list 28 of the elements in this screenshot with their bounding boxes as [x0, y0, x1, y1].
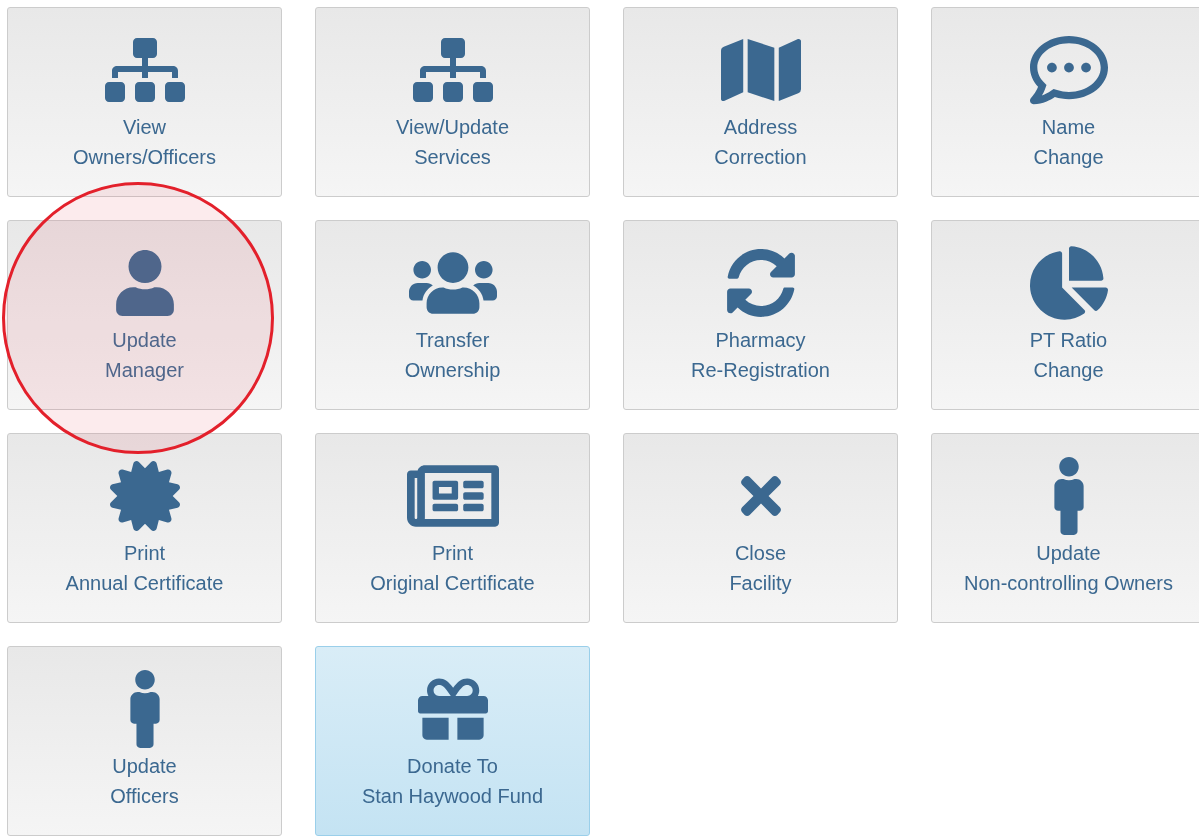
menu-tile[interactable]: Update Non-controlling Owners	[931, 433, 1199, 623]
tile-label: PT Ratio Change	[1029, 328, 1108, 383]
tile-label: View/Update Services	[395, 115, 509, 170]
tile-label: Update Non-controlling Owners	[964, 541, 1173, 596]
tile-label: Update Manager	[105, 328, 184, 383]
tile-label: Close Facility	[729, 541, 792, 596]
tile-label: View Owners/Officers	[73, 115, 216, 170]
tile-label: Transfer Ownership	[404, 328, 501, 383]
menu-tile[interactable]: Update Officers	[7, 646, 282, 836]
tile-label: Print Annual Certificate	[65, 541, 224, 596]
tile-label: Update Officers	[110, 754, 179, 809]
menu-tile[interactable]: Close Facility	[623, 433, 898, 623]
menu-tile[interactable]: PT Ratio Change	[931, 220, 1199, 410]
menu-tile[interactable]: Address Correction	[623, 7, 898, 197]
menu-tile[interactable]: Print Annual Certificate	[7, 433, 282, 623]
tile-label: Print Original Certificate	[370, 541, 535, 596]
tile-label: Address Correction	[714, 115, 807, 170]
menu-tile[interactable]: View Owners/Officers	[7, 7, 282, 197]
menu-tile[interactable]: Donate To Stan Haywood Fund	[315, 646, 590, 836]
tile-label: Name Change	[1033, 115, 1104, 170]
menu-tile[interactable]: Print Original Certificate	[315, 433, 590, 623]
menu-tile[interactable]: Pharmacy Re-Registration	[623, 220, 898, 410]
tile-label: Donate To Stan Haywood Fund	[361, 754, 544, 809]
tile-label: Pharmacy Re-Registration	[691, 328, 830, 383]
menu-tile[interactable]: View/Update Services	[315, 7, 590, 197]
menu-tile[interactable]: Transfer Ownership	[315, 220, 590, 410]
menu-tile[interactable]: Update Manager	[7, 220, 282, 410]
menu-tile[interactable]: Name Change	[931, 7, 1199, 197]
